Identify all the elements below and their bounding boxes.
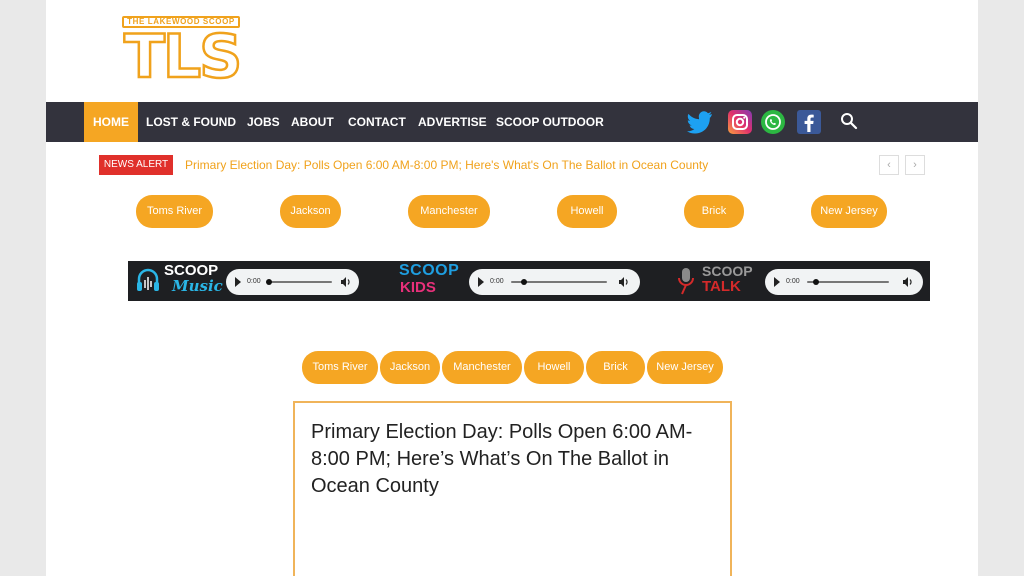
scoop-music-player[interactable]: 0:00 <box>226 269 359 295</box>
scoop-talk-title: SCOOP <box>702 263 753 279</box>
main-nav: HOME LOST & FOUND JOBS ABOUT CONTACT ADV… <box>46 102 978 142</box>
nav-about[interactable]: ABOUT <box>282 102 343 142</box>
page-container: THE LAKEWOOD SCOOP TLS HOME LOST & FOUND… <box>46 0 978 576</box>
headphones-icon <box>137 268 159 291</box>
player-time: 0:00 <box>490 278 504 285</box>
nav-home[interactable]: HOME <box>84 102 138 142</box>
nav-lost-found[interactable]: LOST & FOUND <box>137 102 245 142</box>
article-card[interactable]: Primary Election Day: Polls Open 6:00 AM… <box>293 401 732 576</box>
progress-knob[interactable] <box>521 279 527 285</box>
player-time: 0:00 <box>247 278 261 285</box>
play-icon[interactable] <box>478 277 484 287</box>
volume-icon[interactable] <box>902 276 914 288</box>
volume-icon[interactable] <box>340 276 352 288</box>
town-pill-manchester[interactable]: Manchester <box>408 195 490 228</box>
logo-main-text: TLS <box>123 22 244 92</box>
microphone-icon <box>678 268 694 295</box>
progress-track[interactable] <box>268 281 332 283</box>
volume-icon[interactable] <box>618 276 630 288</box>
progress-knob[interactable] <box>266 279 272 285</box>
nav-scoop-outdoor[interactable]: SCOOP OUTDOOR <box>487 102 613 142</box>
progress-track[interactable] <box>807 281 889 283</box>
whatsapp-icon[interactable] <box>761 110 785 134</box>
news-alert-badge: NEWS ALERT <box>99 155 173 175</box>
town-pill-new-jersey[interactable]: New Jersey <box>811 195 887 228</box>
audio-streams-bar: SCOOP Music 0:00 SCOOP KIDS 0:00 SCOOP T… <box>128 261 930 301</box>
scoop-talk-subtitle: TALK <box>702 278 741 295</box>
player-time: 0:00 <box>786 278 800 285</box>
instagram-icon[interactable] <box>728 110 752 134</box>
twitter-icon[interactable] <box>686 110 714 134</box>
scoop-kids-player[interactable]: 0:00 <box>469 269 640 295</box>
town-pill-brick[interactable]: Brick <box>586 351 645 384</box>
town-pill-manchester[interactable]: Manchester <box>442 351 522 384</box>
town-pill-toms-river[interactable]: Toms River <box>302 351 378 384</box>
article-title[interactable]: Primary Election Day: Polls Open 6:00 AM… <box>311 419 711 500</box>
town-pill-new-jersey[interactable]: New Jersey <box>647 351 723 384</box>
nav-contact[interactable]: CONTACT <box>339 102 415 142</box>
play-icon[interactable] <box>235 277 241 287</box>
site-logo[interactable]: THE LAKEWOOD SCOOP TLS <box>122 14 244 92</box>
progress-knob[interactable] <box>813 279 819 285</box>
town-pill-jackson[interactable]: Jackson <box>280 195 341 228</box>
scoop-kids-title: SCOOP <box>399 262 460 279</box>
town-pill-howell[interactable]: Howell <box>524 351 584 384</box>
nav-advertise[interactable]: ADVERTISE <box>409 102 496 142</box>
scoop-talk-player[interactable]: 0:00 <box>765 269 923 295</box>
scoop-kids-subtitle: KIDS <box>400 279 436 296</box>
scoop-music-subtitle: Music <box>172 277 223 295</box>
play-icon[interactable] <box>774 277 780 287</box>
news-alert-headline[interactable]: Primary Election Day: Polls Open 6:00 AM… <box>185 156 708 174</box>
town-pill-howell[interactable]: Howell <box>557 195 617 228</box>
search-icon[interactable] <box>840 112 858 130</box>
town-pill-jackson[interactable]: Jackson <box>380 351 440 384</box>
scoop-music-title: SCOOP <box>164 262 219 279</box>
town-pill-brick[interactable]: Brick <box>684 195 744 228</box>
ticker-prev-button[interactable]: ‹ <box>879 155 899 175</box>
ticker-next-button[interactable]: › <box>905 155 925 175</box>
facebook-icon[interactable] <box>797 110 821 134</box>
town-pill-toms-river[interactable]: Toms River <box>136 195 213 228</box>
